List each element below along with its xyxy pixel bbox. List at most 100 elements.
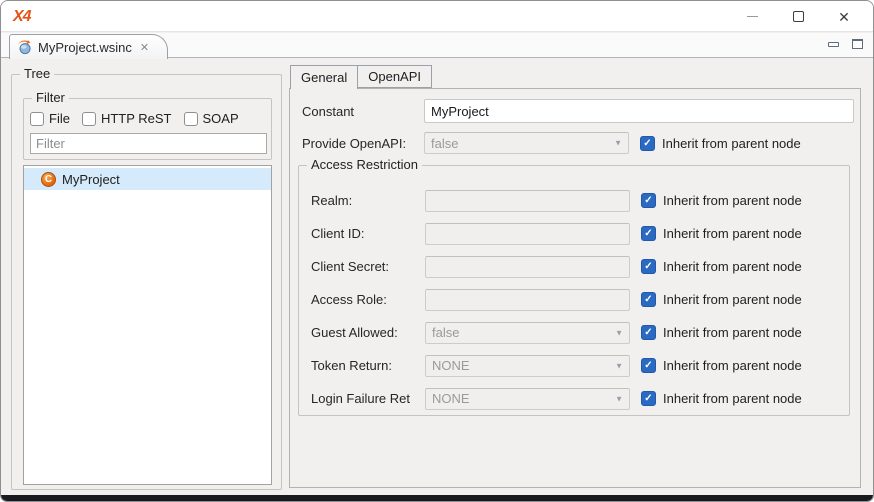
tree-group-label: Tree [20, 66, 54, 81]
field-label: Client ID: [311, 226, 425, 241]
inherit-label: Inherit from parent node [663, 325, 802, 340]
form-row-constant: Constant [290, 95, 860, 127]
checkbox-unchecked-icon[interactable] [184, 112, 198, 126]
tab-openapi[interactable]: OpenAPI [358, 65, 432, 88]
webservice-file-icon [17, 40, 32, 55]
checkbox-checked-icon[interactable]: ✓ [641, 391, 656, 406]
inherit-checkbox-group[interactable]: ✓ Inherit from parent node [641, 325, 802, 340]
provide-openapi-dropdown[interactable]: false ▼ [424, 132, 629, 154]
x4-logo: X4 [13, 8, 31, 26]
window-controls: ✕ [729, 1, 867, 32]
field-label: Token Return: [311, 358, 425, 373]
inherit-checkbox-group[interactable]: ✓ Inherit from parent node [641, 193, 802, 208]
checkbox-checked-icon[interactable]: ✓ [641, 325, 656, 340]
window-bottom-edge [1, 495, 873, 501]
view-buttons [828, 39, 863, 49]
inherit-label: Inherit from parent node [663, 292, 802, 307]
view-minimize-icon[interactable] [828, 42, 839, 47]
constant-node-icon: C [41, 172, 56, 187]
minimize-icon [747, 16, 758, 17]
inherit-label: Inherit from parent node [663, 226, 802, 241]
filter-checkbox-soap[interactable]: SOAP [184, 111, 239, 126]
checkbox-checked-icon[interactable]: ✓ [640, 136, 655, 151]
filter-checkbox-file[interactable]: File [30, 111, 70, 126]
checkbox-unchecked-icon[interactable] [30, 112, 44, 126]
checkbox-unchecked-icon[interactable] [82, 112, 96, 126]
window-minimize-button[interactable] [729, 2, 775, 32]
checkbox-checked-icon[interactable]: ✓ [641, 226, 656, 241]
access-role-input[interactable] [425, 289, 630, 311]
inherit-label: Inherit from parent node [663, 193, 802, 208]
form-row-guest-allowed: Guest Allowed:false ▼ ✓ Inherit from parent… [299, 316, 849, 349]
filter-checkbox-label: HTTP ReST [101, 111, 172, 126]
checkbox-checked-icon[interactable]: ✓ [641, 358, 656, 373]
inherit-checkbox-group[interactable]: ✓ Inherit from parent node [640, 136, 801, 151]
form-row-client-id: Client ID: ✓ Inherit from parent node [299, 217, 849, 250]
general-tab-content: Constant Provide OpenAPI: false ▼ ✓ Inhe… [289, 88, 861, 488]
form-row-client-secret: Client Secret: ✓ Inherit from parent node [299, 250, 849, 283]
client-secret-input[interactable] [425, 256, 630, 278]
realm-input[interactable] [425, 190, 630, 212]
login-failure-ret-dropdown[interactable]: NONE ▼ [425, 388, 630, 410]
maximize-icon [793, 11, 804, 22]
dropdown-value: false [425, 136, 458, 151]
dropdown-arrow-icon: ▼ [615, 361, 623, 370]
close-icon: ✕ [838, 10, 850, 24]
tree-group: Tree Filter FileHTTP ReSTSOAP CMyProject [11, 74, 282, 490]
tab-openapi-label: OpenAPI [368, 69, 421, 84]
window-close-button[interactable]: ✕ [821, 2, 867, 32]
inherit-checkbox-group[interactable]: ✓ Inherit from parent node [641, 259, 802, 274]
access-restriction-rows: Realm:✓Inherit from parent nodeClient ID… [299, 184, 849, 415]
inherit-label: Inherit from parent node [663, 358, 802, 373]
editor-tab-myproject-wsinc[interactable]: MyProject.wsinc ✕ [9, 34, 168, 59]
dropdown-value: NONE [426, 391, 470, 406]
dropdown-value: false [426, 325, 459, 340]
dropdown-arrow-icon: ▼ [615, 328, 623, 337]
guest-allowed-dropdown[interactable]: false ▼ [425, 322, 630, 344]
field-label: Client Secret: [311, 259, 425, 274]
filter-checkbox-label: SOAP [203, 111, 239, 126]
dropdown-arrow-icon: ▼ [615, 394, 623, 403]
constant-input[interactable] [424, 99, 854, 123]
form-row-access-role: Access Role: ✓ Inherit from parent node [299, 283, 849, 316]
inherit-label: Inherit from parent node [663, 259, 802, 274]
field-label: Access Role: [311, 292, 425, 307]
tree-list[interactable]: C MyProject [23, 165, 272, 485]
access-restriction-group: Access Restriction Realm:✓Inherit from p… [298, 165, 850, 416]
title-bar: X4 ✕ [1, 1, 873, 32]
editor-tab-close-icon[interactable]: ✕ [140, 41, 149, 54]
inherit-label: Inherit from parent node [662, 136, 801, 151]
form-row-provide-openapi: Provide OpenAPI: false ▼ ✓ Inherit from … [290, 127, 860, 159]
checkbox-checked-icon[interactable]: ✓ [641, 292, 656, 307]
inherit-checkbox-group[interactable]: ✓ Inherit from parent node [641, 292, 802, 307]
tree-item-myproject[interactable]: C MyProject [24, 168, 271, 190]
filter-checkbox-http-rest[interactable]: HTTP ReST [82, 111, 172, 126]
filter-group-label: Filter [32, 90, 69, 105]
filter-input[interactable] [30, 133, 267, 154]
tree-item-label: MyProject [62, 172, 120, 187]
field-label: Guest Allowed: [311, 325, 425, 340]
inherit-label: Inherit from parent node [663, 391, 802, 406]
inherit-checkbox-group[interactable]: ✓ Inherit from parent node [641, 358, 802, 373]
checkbox-checked-icon[interactable]: ✓ [641, 193, 656, 208]
form-row-login-failure-ret: Login Failure RetNONE ▼ ✓ Inherit from pare… [299, 382, 849, 415]
field-label: Login Failure Ret [311, 391, 425, 406]
window-maximize-button[interactable] [775, 2, 821, 32]
constant-label: Constant [302, 104, 424, 119]
checkbox-checked-icon[interactable]: ✓ [641, 259, 656, 274]
detail-tabs: General OpenAPI [290, 65, 432, 89]
tab-general-label: General [301, 70, 347, 85]
application-window: X4 ✕ MyP [0, 0, 874, 502]
editor-tab-label: MyProject.wsinc [38, 40, 132, 55]
client-id-input[interactable] [425, 223, 630, 245]
view-maximize-icon[interactable] [852, 39, 863, 49]
field-label: Realm: [311, 193, 425, 208]
inherit-checkbox-group[interactable]: ✓ Inherit from parent node [641, 391, 802, 406]
dropdown-arrow-icon: ▼ [614, 139, 622, 148]
inherit-checkbox-group[interactable]: ✓ Inherit from parent node [641, 226, 802, 241]
form-row-realm: Realm: ✓ Inherit from parent node [299, 184, 849, 217]
token-return-dropdown[interactable]: NONE▼ [425, 355, 630, 377]
tab-general[interactable]: General [290, 65, 358, 89]
filter-checkbox-label: File [49, 111, 70, 126]
form-row-token-return: Token Return:NONE▼ ✓ Inherit from parent n… [299, 349, 849, 382]
